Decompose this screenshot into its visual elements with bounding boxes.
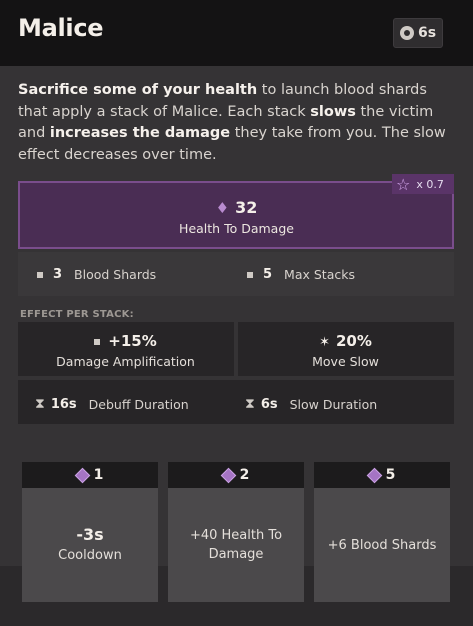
debuff-duration-value: 16s — [50, 396, 77, 412]
blood-drop-icon: ♦ — [215, 199, 230, 217]
desc-bold-3: slows — [310, 103, 356, 120]
upgrade-cost: 5 — [314, 462, 450, 488]
upgrade-cost: 2 — [168, 462, 304, 488]
cooldown-value: 6s — [417, 25, 437, 41]
upgrade-cost: 1 — [22, 462, 158, 488]
upgrade-label: Cooldown — [58, 548, 122, 563]
desc-bold-1: Sacrifice some of your health — [18, 82, 258, 98]
upgrade-cost-value: 5 — [385, 467, 396, 483]
stat-label: Blood Shards — [74, 267, 157, 282]
stat-blood-shards: 3 Blood Shards — [37, 267, 156, 282]
ability-point-icon — [220, 467, 236, 483]
upgrade-cost-value: 2 — [239, 467, 250, 483]
move-slow-value: 20% — [336, 332, 372, 350]
upgrade-card-1[interactable]: 1 -3s Cooldown — [22, 462, 158, 602]
health-to-damage-value-row: ♦ 32 — [0, 198, 473, 217]
stat-max-stacks: 5 Max Stacks — [247, 267, 355, 282]
upgrade-text: +6 Blood Shards — [327, 537, 437, 553]
spirit-star-icon: ☆ — [396, 174, 411, 194]
hourglass-icon: ⧗ — [35, 396, 45, 412]
upgrade-card-3[interactable]: 5 +6 Blood Shards — [314, 462, 450, 602]
effect-per-stack-title: EFFECT PER STACK: — [20, 309, 134, 320]
scaling-multiplier: x 0.7 — [416, 177, 444, 191]
debuff-duration: ⧗ 16s Debuff Duration — [35, 396, 189, 412]
stat-value: 5 — [263, 267, 273, 282]
desc-bold-5: increases the damage — [49, 125, 231, 141]
upgrade-body: +6 Blood Shards — [314, 488, 450, 602]
square-icon — [37, 271, 43, 278]
upgrade-value: -3s — [76, 525, 104, 544]
damage-amp-label: Damage Amplification — [56, 354, 195, 369]
upgrade-text: +40 Health To Damage — [189, 528, 283, 562]
health-to-damage-label: Health To Damage — [179, 221, 294, 236]
upgrade-cost-value: 1 — [93, 467, 104, 483]
damage-amp-value: +15% — [108, 332, 157, 350]
cooldown-clock-icon — [399, 26, 414, 40]
slow-duration-value: 6s — [260, 396, 278, 412]
ability-title: Malice — [18, 14, 104, 42]
ability-point-icon — [74, 467, 90, 483]
slow-duration-label: Slow Duration — [289, 396, 378, 412]
ability-description: Sacrifice some of your health to launch … — [18, 80, 458, 166]
stat-value: 3 — [53, 267, 63, 282]
stat-label: Max Stacks — [284, 267, 355, 282]
slow-duration: ⧗ 6s Slow Duration — [245, 396, 377, 412]
health-to-damage-value: 32 — [235, 198, 258, 217]
debuff-duration-label: Debuff Duration — [88, 396, 189, 412]
damage-amp-value-row: +15% — [18, 332, 233, 350]
cooldown-chip: 6s — [393, 18, 443, 48]
upgrade-card-2[interactable]: 2 +40 Health To Damage — [168, 462, 304, 602]
hourglass-icon: ⧗ — [245, 396, 255, 412]
move-slow-label: Move Slow — [312, 354, 379, 369]
ability-point-icon — [366, 467, 382, 483]
upgrade-body: -3s Cooldown — [22, 488, 158, 602]
upgrade-body: +40 Health To Damage — [168, 488, 304, 602]
scaling-badge: ☆ x 0.7 — [392, 174, 454, 194]
move-slow-value-row: ✶ 20% — [238, 332, 453, 350]
square-icon — [94, 338, 101, 345]
square-icon — [247, 271, 253, 278]
slow-icon: ✶ — [319, 335, 330, 350]
